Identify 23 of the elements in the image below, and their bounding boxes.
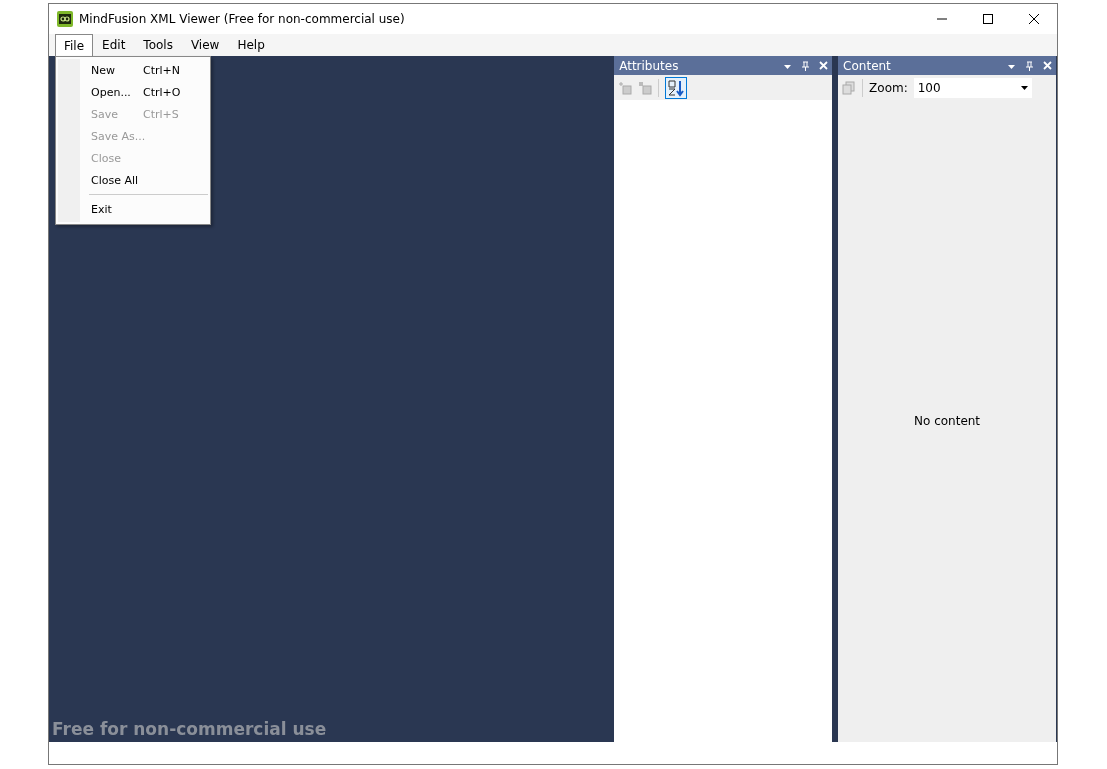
maximize-icon[interactable] (982, 13, 994, 25)
empty-message: No content (914, 414, 981, 428)
menu-entry[interactable]: New Ctrl+N (56, 59, 210, 81)
sort-alphabetical-icon[interactable] (665, 76, 688, 99)
close-icon[interactable] (1028, 13, 1040, 25)
app-logo-icon (57, 11, 73, 27)
menu-entry[interactable]: Exit (56, 198, 210, 220)
zoom-dropdown[interactable]: 100 (913, 77, 1032, 98)
caret-icon (1020, 85, 1028, 90)
pin-icon[interactable] (801, 60, 811, 71)
menu-entry[interactable]: Open... Ctrl+O (56, 81, 210, 103)
menu-item[interactable]: Help (228, 34, 274, 56)
window-title: MindFusion XML Viewer (Free for non-commercial use) (79, 12, 405, 26)
watermark-text: Free for non-commercial use (52, 719, 327, 739)
pin-icon[interactable] (1025, 60, 1034, 71)
menu-item[interactable]: Tools (134, 34, 182, 56)
menu-item[interactable]: File (55, 34, 94, 56)
menu-item[interactable]: View (181, 34, 229, 56)
menu-entry[interactable]: Close All (56, 169, 210, 191)
menu-item[interactable]: Edit (93, 34, 135, 56)
panel-title: Attributes (619, 58, 679, 73)
panel-title: Content (843, 58, 891, 73)
zoom-label: Zoom: (869, 80, 908, 95)
